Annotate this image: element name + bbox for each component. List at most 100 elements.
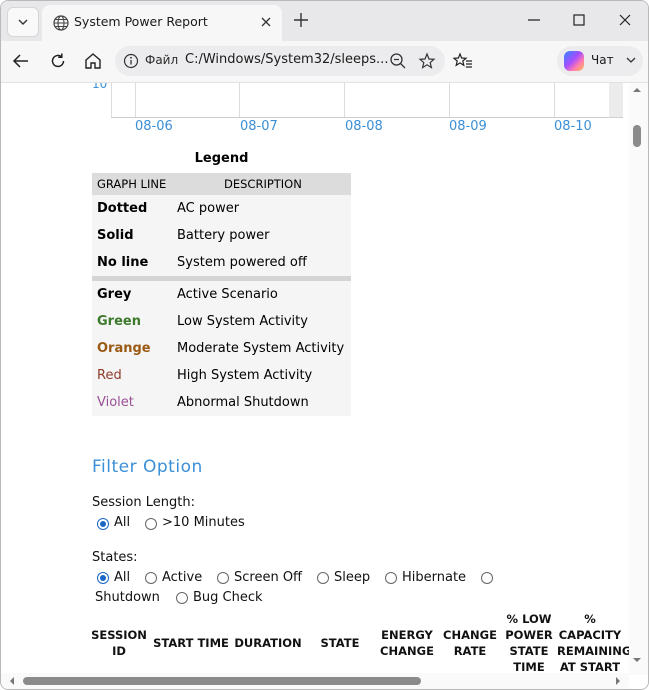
session-length-10min-label[interactable]: >10 Minutes: [162, 515, 245, 530]
legend-row: Grey Active Scenario: [92, 281, 351, 308]
maximize-icon[interactable]: [570, 11, 588, 29]
refresh-icon[interactable]: [48, 51, 68, 71]
legend-header-description: DESCRIPTION: [172, 173, 351, 195]
header-line: % LOW: [506, 612, 552, 626]
column-header-session-id[interactable]: SESSION ID: [89, 627, 149, 659]
legend-desc: System powered off: [172, 249, 351, 276]
column-header-duration[interactable]: DURATION: [233, 635, 303, 651]
favorites-list-icon[interactable]: [453, 51, 473, 71]
page-content: 10 08-06 08-07 08-08 08-09 08-10 Legend …: [1, 83, 629, 673]
header-line: CHANGE: [380, 644, 434, 658]
column-header-capacity-remaining[interactable]: % CAPACITY REMAINING AT START: [557, 611, 629, 673]
column-header-low-power-state-time[interactable]: % LOW POWER STATE TIME: [503, 611, 555, 673]
states-shutdown-label[interactable]: Shutdown: [95, 590, 160, 605]
horizontal-scrollbar[interactable]: [1, 673, 629, 689]
tab-strip: System Power Report: [1, 1, 648, 41]
close-window-icon[interactable]: [616, 11, 634, 29]
vertical-scroll-thumb[interactable]: [633, 125, 641, 147]
column-header-change-rate[interactable]: CHANGE RATE: [441, 627, 499, 659]
chart-gridline: [344, 83, 345, 117]
states-sleep-label[interactable]: Sleep: [334, 570, 370, 585]
column-header-start-time[interactable]: START TIME: [153, 635, 229, 651]
legend-key: Solid: [92, 222, 172, 249]
legend-key: Green: [92, 308, 172, 335]
address-protocol: Файл: [145, 53, 179, 67]
states-hibernate-radio[interactable]: [385, 572, 397, 584]
legend-row: Dotted AC power: [92, 195, 351, 222]
legend-desc: Abnormal Shutdown: [172, 389, 351, 416]
states-hibernate-label[interactable]: Hibernate: [402, 570, 466, 585]
states-bug-check-radio[interactable]: [176, 592, 188, 604]
scroll-left-arrow-icon[interactable]: [7, 676, 17, 686]
legend-key: Red: [92, 362, 172, 389]
column-header-state[interactable]: STATE: [313, 635, 367, 651]
header-line: START TIME: [153, 636, 229, 650]
address-url[interactable]: C:/Windows/System32/sleeps...: [185, 52, 388, 67]
states-screen-off-radio[interactable]: [217, 572, 229, 584]
states-shutdown-radio[interactable]: [481, 572, 493, 584]
legend-desc: Low System Activity: [172, 308, 351, 335]
session-length-all-label[interactable]: All: [114, 515, 130, 530]
states-sleep-radio[interactable]: [317, 572, 329, 584]
legend-title: Legend: [194, 151, 249, 166]
column-header-energy-change[interactable]: ENERGY CHANGE: [375, 627, 439, 659]
favorite-star-icon[interactable]: [418, 52, 436, 70]
chart-gridline: [239, 83, 240, 117]
chevron-down-icon: [18, 19, 28, 25]
legend-header-row: GRAPH LINE DESCRIPTION: [92, 173, 351, 195]
legend-header-graph-line: GRAPH LINE: [92, 173, 172, 195]
tab-actions-button[interactable]: [7, 7, 39, 37]
chart-y-tick: 10: [92, 83, 108, 91]
chart-gridline: [449, 83, 450, 117]
scroll-down-arrow-icon[interactable]: [632, 655, 642, 665]
legend-desc: High System Activity: [172, 362, 351, 389]
chart-x-tick: 08-09: [449, 119, 487, 134]
address-bar[interactable]: Файл C:/Windows/System32/sleeps...: [115, 46, 445, 76]
header-line: STATE: [320, 636, 360, 650]
states-all-radio[interactable]: [97, 572, 109, 584]
back-arrow-icon[interactable]: [11, 51, 31, 71]
session-length-10min-radio[interactable]: [145, 518, 157, 530]
tab-system-power-report[interactable]: System Power Report: [42, 5, 282, 41]
vertical-scrollbar[interactable]: [629, 83, 648, 675]
header-line: STATE: [509, 644, 549, 658]
states-active-label[interactable]: Active: [162, 570, 202, 585]
states-all-label[interactable]: All: [114, 570, 130, 585]
info-icon[interactable]: [123, 53, 139, 69]
chart-x-tick: 08-06: [135, 119, 173, 134]
home-icon[interactable]: [83, 51, 103, 71]
zoom-out-icon[interactable]: [389, 52, 407, 70]
new-tab-icon[interactable]: [292, 11, 310, 29]
scroll-up-arrow-icon[interactable]: [632, 85, 642, 95]
chevron-down-icon: [626, 57, 636, 63]
scroll-right-arrow-icon[interactable]: [613, 676, 623, 686]
header-line: %: [584, 612, 596, 626]
header-line: ENERGY: [381, 628, 433, 642]
session-length-all-radio[interactable]: [97, 518, 109, 530]
horizontal-scroll-thumb[interactable]: [23, 677, 421, 685]
legend-key: Dotted: [92, 195, 172, 222]
legend-row: Orange Moderate System Activity: [92, 335, 351, 362]
navigation-toolbar: Файл C:/Windows/System32/sleeps... Чат: [1, 41, 648, 83]
states-label: States:: [92, 550, 138, 565]
tab-title: System Power Report: [74, 14, 208, 29]
header-line: SESSION: [91, 628, 147, 642]
states-bug-check-label[interactable]: Bug Check: [193, 590, 263, 605]
copilot-chat-button[interactable]: Чат: [557, 46, 643, 76]
legend-desc: Moderate System Activity: [172, 335, 351, 362]
close-tab-icon[interactable]: [258, 14, 274, 30]
browser-window: System Power Report Файл C:/Windows/Syst…: [0, 0, 649, 690]
chart-gridline: [554, 83, 555, 117]
states-active-radio[interactable]: [145, 572, 157, 584]
legend-key: Violet: [92, 389, 172, 416]
states-screen-off-label[interactable]: Screen Off: [234, 570, 302, 585]
globe-icon: [53, 15, 69, 31]
legend-row: Violet Abnormal Shutdown: [92, 389, 351, 416]
header-line: REMAINING: [557, 644, 629, 658]
legend-desc: AC power: [172, 195, 351, 222]
filter-option-heading: Filter Option: [92, 457, 203, 477]
legend-row: Solid Battery power: [92, 222, 351, 249]
minimize-icon[interactable]: [525, 11, 543, 29]
chart-shaded-region: [609, 83, 623, 117]
header-line: CHANGE: [443, 628, 497, 642]
